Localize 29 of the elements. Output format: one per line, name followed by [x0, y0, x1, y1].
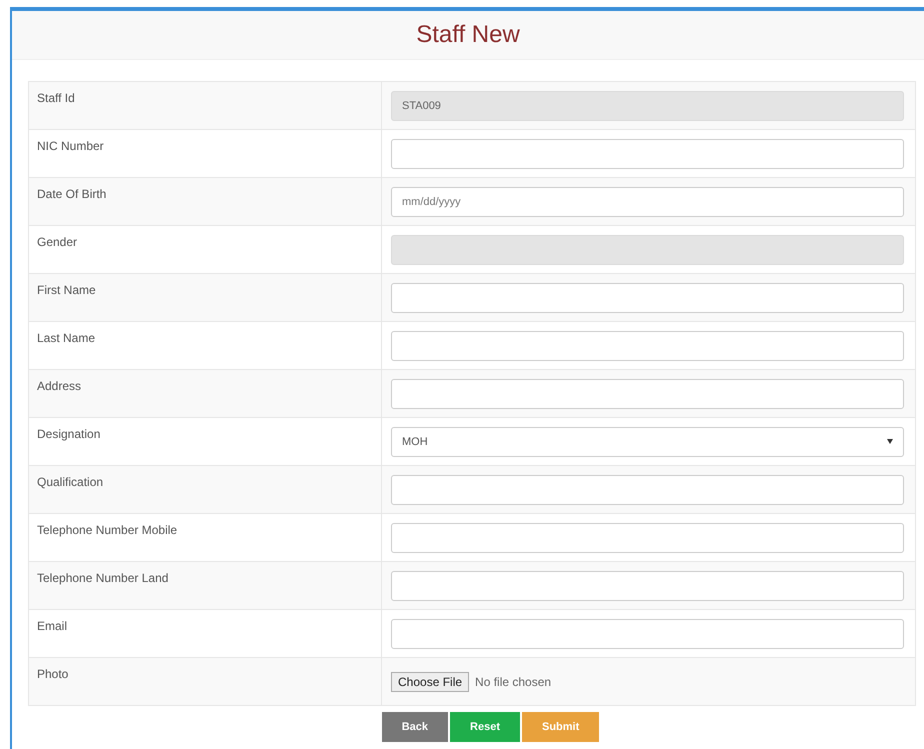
field-label: Gender [37, 235, 78, 249]
field-label: Designation [37, 427, 100, 441]
field-label: Telephone Number Land [37, 571, 168, 585]
input-field[interactable] [391, 618, 904, 648]
field-label: Last Name [37, 331, 96, 345]
input-field[interactable] [391, 282, 904, 312]
input-field[interactable] [391, 570, 904, 600]
field-label: Staff Id [37, 91, 75, 105]
choose-file-button[interactable]: Choose File [391, 672, 470, 692]
field-label: Photo [37, 667, 68, 681]
input-field[interactable] [391, 522, 904, 552]
caret-icon [887, 439, 893, 444]
select-field[interactable]: MOH [391, 426, 904, 456]
form-button[interactable]: Reset [450, 712, 520, 742]
form-button[interactable]: Back [382, 712, 448, 742]
file-status: No file chosen [475, 674, 552, 688]
input-field[interactable]: mm/dd/yyyy [391, 186, 904, 216]
field-label: NIC Number [37, 139, 104, 153]
field-label: Qualification [37, 475, 104, 489]
field-label: Address [37, 379, 82, 393]
input-field[interactable] [391, 330, 904, 360]
form-title: Staff New [416, 21, 520, 49]
field-label: First Name [37, 283, 96, 297]
field-label: Date Of Birth [37, 187, 106, 201]
field-label: Email [37, 619, 68, 633]
input-field[interactable] [391, 474, 904, 504]
input-field[interactable] [391, 138, 904, 168]
input-field[interactable] [391, 378, 904, 408]
field-label: Telephone Number Mobile [37, 523, 178, 537]
